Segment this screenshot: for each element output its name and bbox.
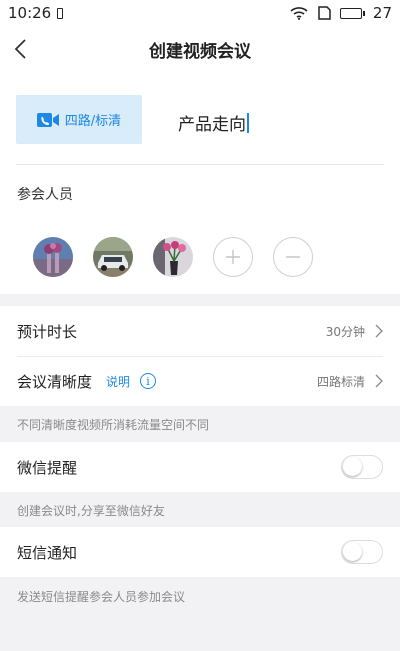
remove-participant-button[interactable]: [273, 237, 313, 277]
no-sim-icon: [318, 6, 331, 20]
sms-group: 短信通知: [0, 527, 400, 577]
clarity-explain-text: 说明: [106, 374, 131, 389]
avatar-flowers-vase: [153, 237, 193, 277]
nav-bar: 创建视频会议: [0, 26, 400, 72]
avatar-purple-flowers: [33, 237, 73, 277]
chevron-right-icon: [375, 324, 383, 338]
wechat-group: 微信提醒: [0, 442, 400, 492]
wechat-toggle[interactable]: [341, 455, 383, 479]
plus-icon: [226, 250, 240, 264]
wechat-hint: 创建会议时,分享至微信好友: [17, 504, 165, 518]
topic-input[interactable]: 产品走向: [178, 110, 249, 135]
battery-saver-icon: [57, 7, 64, 19]
participant-avatar-3[interactable]: [153, 237, 193, 277]
page-title: 创建视频会议: [149, 41, 251, 62]
duration-row[interactable]: 预计时长 30分钟: [0, 306, 400, 356]
status-bar: 10:26 27: [0, 0, 400, 26]
sms-label: 短信通知: [17, 543, 78, 562]
participant-avatar-1[interactable]: [33, 237, 73, 277]
status-time: 10:26: [8, 4, 52, 22]
topic-text: 产品走向: [178, 115, 246, 135]
participant-avatar-2[interactable]: [93, 237, 133, 277]
meeting-options-group: 预计时长 30分钟 会议清晰度 说明 i 四路标清: [0, 306, 400, 406]
meeting-card: 四路/标清 产品走向 参会人员: [0, 72, 400, 294]
minus-icon: [286, 256, 300, 258]
duration-value-wrap: 30分钟: [326, 323, 383, 340]
clarity-label: 会议清晰度: [17, 372, 93, 391]
sms-toggle[interactable]: [341, 540, 383, 564]
quality-button[interactable]: 四路/标清: [16, 95, 142, 144]
clarity-value: 四路标清: [316, 374, 365, 389]
wechat-label: 微信提醒: [17, 458, 78, 477]
quality-button-label: 四路/标清: [64, 114, 122, 129]
clarity-value-wrap: 四路标清: [317, 373, 383, 390]
back-chevron-icon[interactable]: [12, 38, 32, 60]
duration-label: 预计时长: [17, 322, 78, 341]
avatar-car: [93, 237, 133, 277]
duration-value: 30分钟: [325, 324, 365, 339]
sms-row: 短信通知: [0, 527, 400, 577]
clarity-hint: 不同清晰度视频所消耗流量空间不同: [17, 418, 210, 432]
battery-icon: [339, 7, 365, 19]
participants-label: 参会人员: [17, 187, 73, 203]
participants-list: [33, 237, 313, 277]
text-caret: [247, 112, 249, 133]
chevron-right-icon: [375, 374, 383, 388]
wechat-row: 微信提醒: [0, 442, 400, 492]
video-camera-icon: [36, 112, 59, 127]
sms-hint: 发送短信提醒参会人员参加会议: [17, 590, 186, 604]
add-participant-button[interactable]: [213, 237, 253, 277]
wifi-icon: [290, 7, 308, 20]
info-icon: i: [140, 373, 157, 389]
battery-level: 27: [372, 4, 392, 22]
clarity-explain-link[interactable]: 说明 i: [106, 373, 157, 390]
divider: [16, 164, 384, 165]
clarity-row[interactable]: 会议清晰度 说明 i 四路标清: [0, 356, 400, 406]
